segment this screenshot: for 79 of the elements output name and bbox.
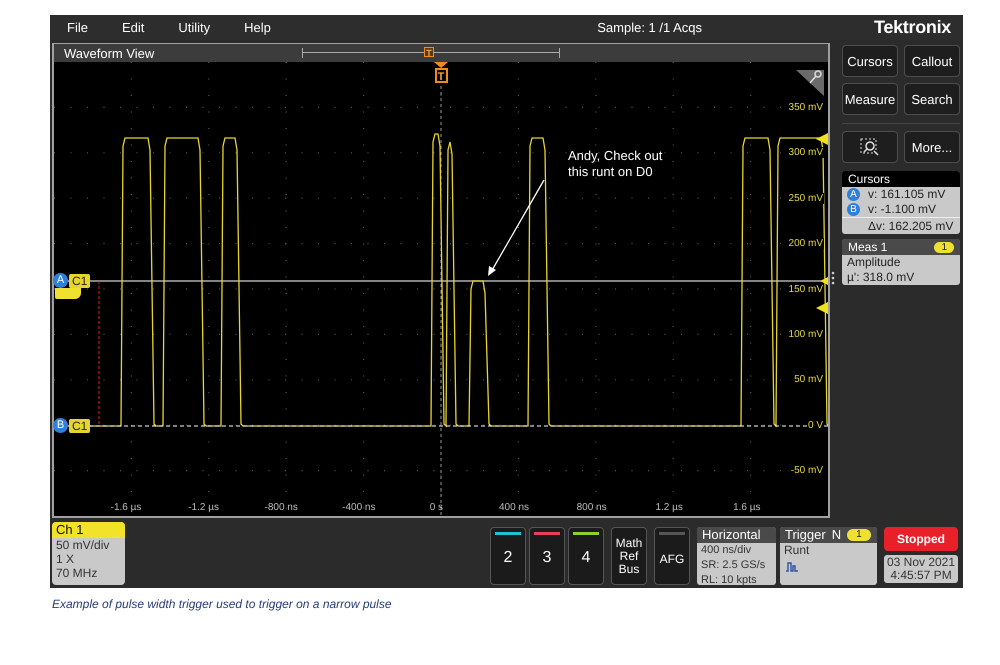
channel-setting: 1 X	[55, 552, 76, 566]
menu-item[interactable]: Utility	[175, 18, 214, 37]
cursor-badge: B	[847, 203, 860, 216]
channel-button[interactable]: 2	[490, 527, 526, 585]
time-text: 4:45:57 PM	[889, 569, 953, 582]
cursor-badge: A	[847, 188, 860, 201]
cursor-badge: A	[53, 273, 68, 288]
level-marker-icon	[820, 277, 828, 285]
acquisition-status: Sample: 1 /1 Acqs	[597, 20, 702, 35]
horizontal-setting: 400 ns/div	[700, 543, 752, 558]
channel-tag: C1	[69, 418, 90, 432]
axis-label: 1.2 µs	[655, 502, 683, 513]
menu-item[interactable]: File	[64, 18, 91, 37]
panel-title: Horizontal	[697, 527, 776, 543]
view-title: Waveform View	[63, 46, 156, 60]
channel-badge[interactable]: Ch 1 50 mV/div 1 X 70 MHz	[52, 522, 125, 585]
trigger-type: Runt	[783, 543, 810, 558]
axis-label: -1.2 µs	[188, 502, 219, 513]
brand-logo: Tektronix	[874, 17, 951, 38]
axis-label: 300 mV	[788, 147, 824, 158]
side-button[interactable]: Measure	[842, 83, 898, 115]
horizontal-setting: SR: 2.5 GS/s	[700, 558, 766, 573]
axis-label: -800 ns	[264, 502, 298, 513]
side-button[interactable]: Callout	[904, 45, 960, 77]
trigger-panel[interactable]: Trigger N 1 Runt	[780, 527, 877, 585]
side-button[interactable]: Search	[904, 83, 960, 115]
zoom-button[interactable]	[842, 131, 898, 163]
zoom-corner-icon	[796, 70, 824, 96]
delta-value: Δv: 162.205 mV	[842, 217, 960, 234]
axis-label: 50 mV	[793, 374, 824, 386]
readout-value: v: -1.100 mV	[868, 202, 936, 217]
channel-tag: C1	[69, 274, 90, 288]
axis-label: 150 mV	[788, 284, 824, 295]
level-marker-icon	[816, 302, 828, 314]
math-ref-bus-button[interactable]: Math Ref Bus	[611, 527, 647, 585]
trigger-position-marker: T	[424, 47, 434, 57]
cursor-badge: B	[53, 418, 68, 433]
measurement-name: Amplitude	[846, 255, 902, 270]
channel-button[interactable]: 4	[568, 527, 604, 585]
measurement-value: µ': 318.0 mV	[846, 270, 916, 285]
axis-label: 0 V	[806, 420, 824, 431]
date-text: 03 Nov 2021	[886, 556, 956, 569]
channel-setting: 50 mV/div	[55, 538, 110, 552]
callout-text: Andy, Check out this runt on D0	[568, 148, 664, 180]
menu-item[interactable]: Help	[241, 18, 274, 37]
axis-label: 200 mV	[788, 238, 824, 250]
panel-title: Meas 1	[848, 240, 888, 254]
channel-button[interactable]: 3	[529, 527, 565, 585]
channel-setting: 70 MHz	[55, 566, 98, 580]
figure-caption: Example of pulse width trigger used to trigger on a narrow pulse	[52, 597, 392, 611]
horizontal-setting: RL: 10 kpts	[700, 573, 758, 585]
run-stop-button[interactable]: Stopped	[884, 527, 958, 551]
channel-marker-icon	[55, 288, 81, 299]
axis-label: 250 mV	[788, 192, 824, 204]
readout-value: v: 161.105 mV	[868, 187, 946, 202]
axis-label: -1.6 µs	[110, 502, 142, 513]
count-badge: 1	[934, 242, 954, 252]
axis-label: 0 s	[430, 502, 444, 513]
menu-item[interactable]: Edit	[118, 18, 148, 37]
horizontal-panel[interactable]: Horizontal 400 ns/div SR: 2.5 GS/s RL: 10 kpts	[697, 527, 776, 585]
runt-pulse-icon	[785, 560, 799, 572]
count-badge: 1	[847, 529, 871, 541]
panel-title: Trigger	[785, 527, 826, 543]
side-button[interactable]: Cursors	[842, 45, 898, 77]
axis-label: 100 mV	[788, 329, 824, 340]
axis-label: -400 ns	[342, 502, 376, 513]
zoom-box-icon	[860, 138, 880, 156]
level-marker-icon	[816, 133, 828, 145]
axis-label: 800 ns	[576, 502, 607, 513]
drag-handle-icon	[831, 271, 835, 285]
axis-label: 400 ns	[498, 502, 530, 513]
channel-title: Ch 1	[52, 522, 125, 538]
side-button[interactable]: More...	[904, 131, 960, 163]
axis-label: -50 mV	[790, 465, 824, 476]
trigger-mode: N	[832, 527, 842, 543]
panel-title: Cursors	[842, 171, 960, 187]
axis-label: 350 mV	[788, 102, 824, 113]
afg-button[interactable]: AFG	[654, 527, 690, 585]
axis-label: 1.6 µs	[733, 502, 761, 513]
